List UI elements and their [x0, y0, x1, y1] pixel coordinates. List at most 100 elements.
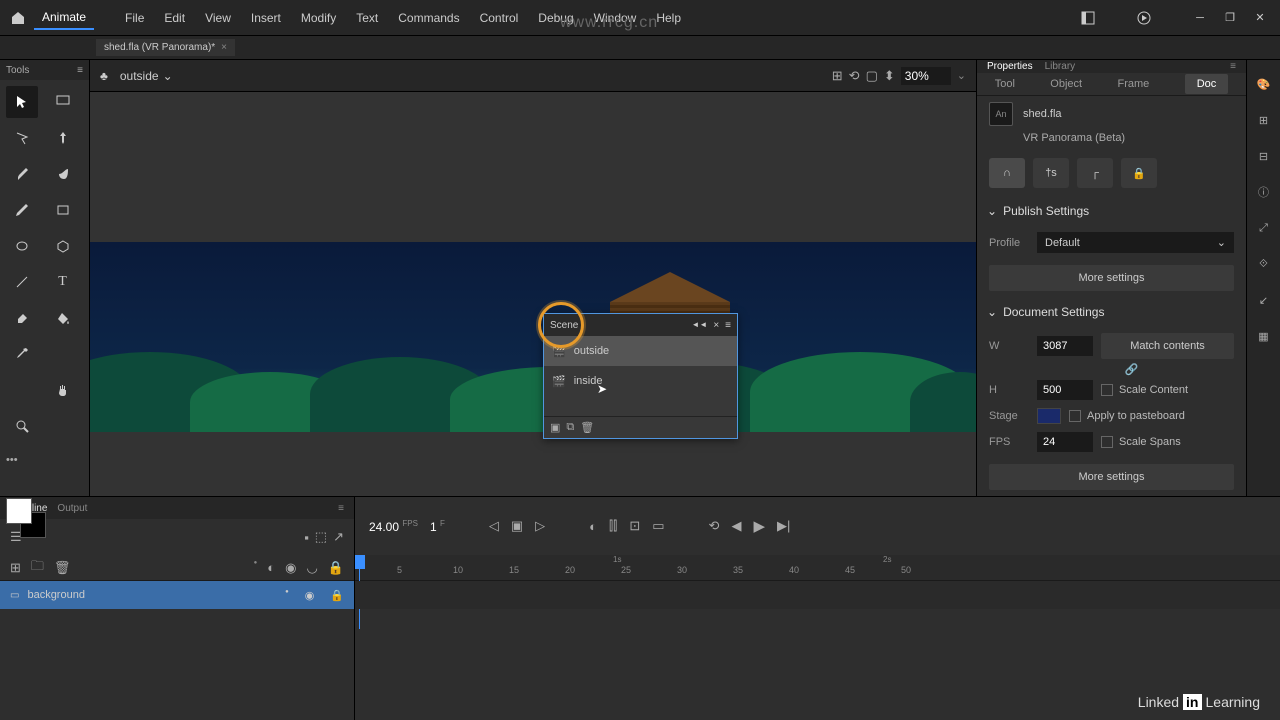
edit-multiple-icon[interactable]: ⫿⫿ — [609, 518, 617, 534]
link-wh-icon[interactable]: 🔗 — [1029, 363, 1234, 376]
menu-modify[interactable]: Modify — [294, 7, 343, 29]
scene-add-icon[interactable]: ▣ — [550, 421, 560, 434]
dock-info-icon[interactable]: ⓘ — [1254, 182, 1274, 202]
menu-text[interactable]: Text — [349, 7, 385, 29]
zoom-tool[interactable] — [6, 410, 38, 442]
visibility-icon[interactable]: ◡ — [306, 560, 317, 576]
menu-window[interactable]: Window — [587, 7, 644, 29]
color-swatches[interactable] — [6, 498, 48, 540]
scene-panel-close-icon[interactable]: × — [713, 320, 719, 331]
marker-icon[interactable]: ⊡ — [629, 518, 640, 534]
match-contents-button[interactable]: Match contents — [1101, 333, 1234, 359]
props-cat-tool[interactable]: Tool — [995, 78, 1015, 90]
timeline-menu-icon[interactable]: ≡ — [338, 503, 344, 514]
dock-history-icon[interactable]: ↙ — [1254, 290, 1274, 310]
width-input[interactable] — [1037, 336, 1093, 356]
polystar-tool[interactable] — [47, 230, 79, 262]
menu-control[interactable]: Control — [473, 7, 526, 29]
profile-select[interactable]: Default ⌄ — [1037, 232, 1234, 253]
more-tools-icon[interactable]: ••• — [6, 454, 18, 466]
lock-header-icon[interactable]: 🔒 — [328, 560, 344, 576]
props-timeline-icon[interactable]: †s — [1033, 158, 1069, 188]
eye-icon[interactable]: ◐ — [267, 560, 275, 576]
rectangle-tool[interactable] — [47, 194, 79, 226]
dock-library-icon[interactable]: ⟐ — [1254, 254, 1274, 274]
menu-commands[interactable]: Commands — [391, 7, 466, 29]
lasso-tool[interactable] — [6, 122, 38, 154]
workspace-icon[interactable] — [1076, 6, 1100, 30]
step-back-icon[interactable]: ◁ — [489, 518, 499, 534]
scene-item-inside[interactable]: 🎬 inside — [544, 366, 737, 396]
output-tab[interactable]: Output — [57, 503, 87, 514]
eyedropper-tool[interactable] — [6, 338, 38, 370]
zoom-dropdown-icon[interactable]: ⌄ — [957, 69, 966, 82]
document-tab-close-icon[interactable]: × — [221, 42, 227, 53]
timeline-frames[interactable] — [355, 581, 1280, 609]
dock-align-icon[interactable]: ⊟ — [1254, 146, 1274, 166]
props-ruler-icon[interactable]: ┌ — [1077, 158, 1113, 188]
eraser-tool[interactable] — [6, 302, 38, 334]
props-cat-doc[interactable]: Doc — [1185, 74, 1229, 94]
tools-menu-icon[interactable]: ≡ — [77, 65, 83, 76]
graph-icon[interactable]: ↗ — [333, 529, 344, 545]
pin-tool[interactable] — [47, 122, 79, 154]
step-forward-icon[interactable]: ▷ — [535, 518, 545, 534]
canvas-viewport[interactable] — [90, 92, 976, 496]
prev-icon[interactable]: ◀ — [731, 518, 741, 534]
snap-icon[interactable]: ⊞ — [832, 68, 843, 84]
keyframe-icon[interactable]: ▣ — [511, 518, 523, 534]
dock-color-icon[interactable]: 🎨 — [1254, 74, 1274, 94]
dock-components-icon[interactable]: ▦ — [1254, 326, 1274, 346]
publish-more-settings-button[interactable]: More settings — [989, 265, 1234, 291]
center-frame-icon[interactable]: ▭ — [652, 518, 664, 534]
layer-depth-icon[interactable]: ⬚ — [315, 529, 327, 545]
scene-duplicate-icon[interactable]: ⧉ — [566, 421, 574, 434]
folder-icon[interactable]: 🗀 — [31, 557, 44, 579]
publish-settings-header[interactable]: ⌄ Publish Settings — [977, 196, 1246, 226]
dock-transform-icon[interactable]: ⤢ — [1254, 218, 1274, 238]
scene-delete-icon[interactable]: 🗑 — [580, 421, 594, 434]
properties-tab[interactable]: Properties — [987, 61, 1033, 72]
props-cat-frame[interactable]: Frame — [1118, 78, 1150, 90]
menu-help[interactable]: Help — [649, 7, 688, 29]
paint-bucket-tool[interactable] — [47, 302, 79, 334]
timeline-playhead[interactable] — [355, 555, 365, 580]
layer-dot-icon[interactable]: ● — [285, 589, 289, 602]
onion-icon[interactable]: ◐ — [589, 519, 597, 534]
scene-panel-menu-icon[interactable]: ≡ — [725, 320, 731, 331]
fps-input[interactable] — [1037, 432, 1093, 452]
stage-color-chip[interactable] — [1037, 408, 1061, 424]
close-icon[interactable]: ✕ — [1248, 6, 1272, 30]
highlight-icon[interactable]: ● — [254, 560, 258, 576]
props-lock-icon[interactable]: 🔒 — [1121, 158, 1157, 188]
scale-content-checkbox[interactable] — [1101, 384, 1113, 396]
dock-swatch-icon[interactable]: ⊞ — [1254, 110, 1274, 130]
props-magnet-icon[interactable]: ∩ — [989, 158, 1025, 188]
apply-pasteboard-checkbox[interactable] — [1069, 410, 1081, 422]
scale-spans-checkbox[interactable] — [1101, 436, 1113, 448]
timeline-ruler[interactable]: 1s 2s 5 10 15 20 25 30 35 40 45 50 — [355, 555, 1280, 581]
library-tab[interactable]: Library — [1045, 61, 1076, 72]
scene-panel[interactable]: Scene ◄◄ × ≡ 🎬 outside 🎬 inside ▣ ⧉ 🗑 — [543, 313, 738, 439]
play-icon[interactable] — [1132, 6, 1156, 30]
loop-icon[interactable]: ⟲ — [709, 518, 720, 534]
add-layer-icon[interactable]: ⊞ — [10, 560, 21, 576]
delete-layer-icon[interactable]: 🗑 — [54, 560, 71, 576]
menu-debug[interactable]: Debug — [531, 7, 580, 29]
line-tool[interactable] — [6, 266, 38, 298]
menu-insert[interactable]: Insert — [244, 7, 288, 29]
scene-panel-collapse-icon[interactable]: ◄◄ — [691, 320, 707, 331]
text-tool[interactable]: T — [47, 266, 79, 298]
document-settings-header[interactable]: ⌄ Document Settings — [977, 297, 1246, 327]
props-cat-object[interactable]: Object — [1050, 78, 1082, 90]
minimize-icon[interactable]: ─ — [1188, 6, 1212, 30]
menu-view[interactable]: View — [198, 7, 238, 29]
height-input[interactable] — [1037, 380, 1093, 400]
foreground-color-swatch[interactable] — [6, 498, 32, 524]
layer-lock-icon[interactable]: 🔒 — [330, 589, 344, 602]
layer-row-background[interactable]: ▭ background ● ◉ 🔒 — [0, 581, 354, 609]
restore-icon[interactable]: ❐ — [1218, 6, 1242, 30]
rotate-icon[interactable]: ⟲ — [849, 68, 860, 84]
hand-tool[interactable] — [47, 374, 79, 406]
play-button-icon[interactable]: ▶ — [753, 517, 765, 535]
